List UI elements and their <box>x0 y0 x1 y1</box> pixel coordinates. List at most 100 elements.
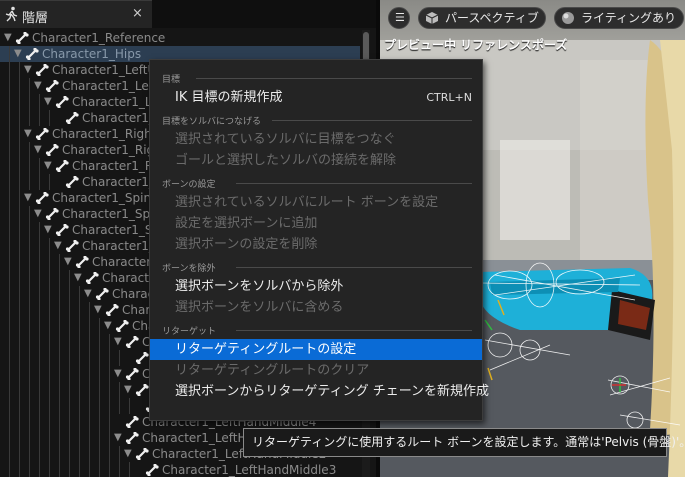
tree-guide-line <box>79 414 80 430</box>
tree-guide-line <box>79 318 80 334</box>
tree-guide-line <box>99 382 100 398</box>
expand-arrow-icon[interactable]: ▼ <box>124 382 132 398</box>
tree-guide-line <box>29 302 30 318</box>
expand-arrow-icon[interactable]: ▼ <box>124 446 132 462</box>
tree-guide-line <box>29 94 30 110</box>
bone-icon <box>25 48 39 60</box>
expand-arrow-icon[interactable]: ▼ <box>114 366 122 382</box>
menu-item[interactable]: 選択ボーンからリターゲティング チェーンを新規作成 <box>150 381 489 402</box>
expand-arrow-icon[interactable]: ▼ <box>24 62 32 78</box>
bone-icon <box>45 208 59 220</box>
bone-icon <box>135 384 149 396</box>
tree-guide-line <box>49 350 50 366</box>
expand-arrow-icon[interactable]: ▼ <box>44 222 52 238</box>
menu-item-label: 選択ボーンをソルバから除外 <box>175 279 344 294</box>
expand-arrow-icon[interactable]: ▼ <box>114 430 122 446</box>
tree-guide-line <box>9 398 10 414</box>
menu-item[interactable]: 選択ボーンをソルバに含める <box>150 297 482 318</box>
expand-arrow-icon[interactable]: ▼ <box>34 78 42 94</box>
tree-guide-line <box>129 398 130 414</box>
tree-guide-line <box>49 462 50 477</box>
expand-arrow-icon[interactable]: ▼ <box>74 270 82 286</box>
bone-label: Character1_Hips <box>42 47 142 61</box>
tree-guide-line <box>19 366 20 382</box>
expand-arrow-icon[interactable]: ▼ <box>44 94 52 110</box>
menu-section-header: ボーンを除外 <box>162 264 216 274</box>
viewport-options-button[interactable]: ☰ <box>388 7 410 29</box>
bone-label: Character1_LeftHandMiddle3 <box>162 463 337 477</box>
expand-arrow-icon[interactable]: ▼ <box>84 286 92 302</box>
expand-arrow-icon[interactable]: ▼ <box>94 302 102 318</box>
tree-guide-line <box>39 398 40 414</box>
perspective-button[interactable]: パースペクティブ <box>418 7 546 29</box>
expand-arrow-icon[interactable]: ▼ <box>24 126 32 142</box>
tree-guide-line <box>99 446 100 462</box>
tree-guide-line <box>89 318 90 334</box>
menu-section-divider <box>236 330 472 331</box>
tree-guide-line <box>49 414 50 430</box>
bone-icon <box>55 160 69 172</box>
expand-arrow-icon[interactable]: ▼ <box>44 158 52 174</box>
tree-guide-line <box>39 174 40 190</box>
menu-item[interactable]: 選択されているソルバにルート ボーンを設定 <box>150 192 482 213</box>
tree-guide-line <box>119 446 120 462</box>
tree-guide-line <box>59 462 60 477</box>
tree-row[interactable]: ▼ Character1_Reference <box>0 30 360 46</box>
menu-item[interactable]: 設定を選択ボーンに追加 <box>150 213 482 234</box>
tree-guide-line <box>69 382 70 398</box>
tree-guide-line <box>39 366 40 382</box>
expand-arrow-icon[interactable]: ▼ <box>34 142 42 158</box>
tree-guide-line <box>49 270 50 286</box>
tree-guide-line <box>79 366 80 382</box>
expand-arrow-icon[interactable]: ▼ <box>4 30 12 46</box>
hierarchy-tab[interactable]: 階層 × <box>0 0 152 28</box>
perspective-label: パースペクティブ <box>445 11 539 25</box>
lighting-mode-button[interactable]: ライティングあり <box>554 7 684 29</box>
tree-row[interactable]: Character1_LeftHandMiddle3 <box>0 462 360 477</box>
expand-arrow-icon[interactable]: ▼ <box>14 46 22 62</box>
menu-section-header: 目標 <box>162 75 181 85</box>
bone-icon <box>35 192 49 204</box>
tree-guide-line <box>59 254 60 270</box>
expand-arrow-icon[interactable]: ▼ <box>24 190 32 206</box>
bone-icon <box>45 80 59 92</box>
tree-guide-line <box>29 398 30 414</box>
tree-guide-line <box>59 366 60 382</box>
close-icon[interactable]: × <box>132 6 143 21</box>
tree-guide-line <box>59 398 60 414</box>
tree-guide-line <box>39 94 40 110</box>
tree-guide-line <box>69 462 70 477</box>
tree-guide-line <box>39 318 40 334</box>
expand-arrow-icon[interactable]: ▼ <box>114 334 122 350</box>
tree-guide-line <box>29 270 30 286</box>
tree-guide-line <box>89 366 90 382</box>
menu-item[interactable]: リターゲティングルートのクリア <box>150 360 482 381</box>
tree-guide-line <box>79 382 80 398</box>
expand-arrow-icon[interactable]: ▼ <box>64 254 72 270</box>
expand-arrow-icon[interactable]: ▼ <box>34 206 42 222</box>
tree-guide-line <box>109 366 110 382</box>
tree-guide-line <box>69 430 70 446</box>
tree-guide-line <box>19 190 20 206</box>
menu-item[interactable]: 選択ボーンをソルバから除外 <box>150 276 482 297</box>
menu-item[interactable]: 選択されているソルバに目標をつなぐ <box>150 129 482 150</box>
menu-item[interactable]: ゴールと選択したソルバの接続を解除 <box>150 150 482 171</box>
tree-guide-line <box>19 222 20 238</box>
tree-guide-line <box>69 286 70 302</box>
tree-guide-line <box>59 302 60 318</box>
tree-guide-line <box>49 254 50 270</box>
menu-item-label: リターゲティングルートの設定 <box>175 342 357 357</box>
tree-guide-line <box>99 398 100 414</box>
tree-guide-line <box>19 110 20 126</box>
expand-arrow-icon[interactable]: ▼ <box>104 318 112 334</box>
tree-guide-line <box>9 110 10 126</box>
menu-item[interactable]: IK 目標の新規作成 CTRL+N <box>150 87 482 108</box>
expand-arrow-icon[interactable]: ▼ <box>54 238 62 254</box>
tree-guide-line <box>29 382 30 398</box>
tree-guide-line <box>89 334 90 350</box>
tree-guide-line <box>19 302 20 318</box>
menu-item[interactable]: 選択ボーンの設定を削除 <box>150 234 482 255</box>
tree-guide-line <box>9 158 10 174</box>
bone-icon <box>65 240 79 252</box>
menu-item[interactable]: リターゲティングルートの設定 <box>150 339 482 360</box>
